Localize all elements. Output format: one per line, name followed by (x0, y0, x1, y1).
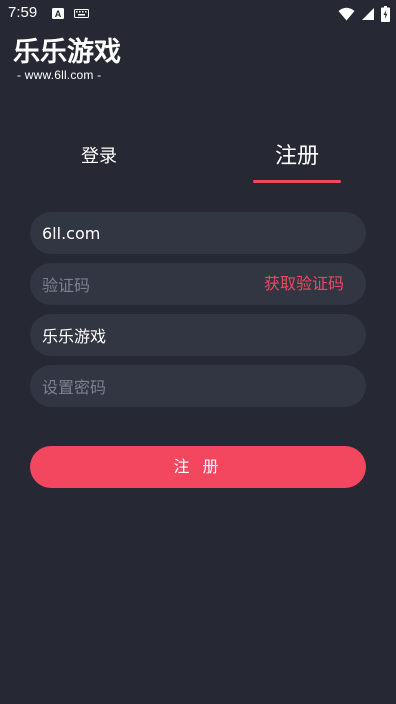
svg-text:A: A (55, 9, 62, 19)
active-tab-indicator (253, 180, 341, 183)
tab-login[interactable]: 登录 (40, 138, 158, 182)
tab-register[interactable]: 注册 (252, 138, 342, 182)
register-button[interactable]: 注 册 (30, 446, 366, 488)
register-screen: 7:59 A 乐乐游戏 - www.6ll.com - 登录 注册 6ll.co… (0, 0, 396, 704)
status-bar: 7:59 A (0, 0, 396, 28)
account-input[interactable]: 6ll.com (30, 212, 366, 254)
signal-icon (362, 8, 374, 20)
app-logo: 乐乐游戏 - www.6ll.com - (13, 36, 128, 82)
notification-a-icon: A (52, 8, 64, 19)
nickname-value: 乐乐游戏 (42, 327, 107, 346)
nickname-input[interactable]: 乐乐游戏 (30, 314, 366, 356)
verify-code-input[interactable]: 验证码 获取验证码 (30, 263, 366, 305)
password-placeholder: 设置密码 (42, 378, 107, 397)
logo-subtitle: - www.6ll.com - (17, 68, 102, 82)
status-icons (338, 6, 390, 22)
keyboard-icon (74, 9, 89, 18)
logo-title: 乐乐游戏 (13, 37, 121, 68)
verify-code-placeholder: 验证码 (42, 276, 91, 295)
wifi-icon (338, 7, 355, 21)
status-time: 7:59 (8, 4, 38, 21)
get-verify-code-button[interactable]: 获取验证码 (264, 263, 344, 305)
battery-charging-icon (381, 6, 390, 22)
account-value: 6ll.com (42, 223, 101, 243)
password-input[interactable]: 设置密码 (30, 365, 366, 407)
